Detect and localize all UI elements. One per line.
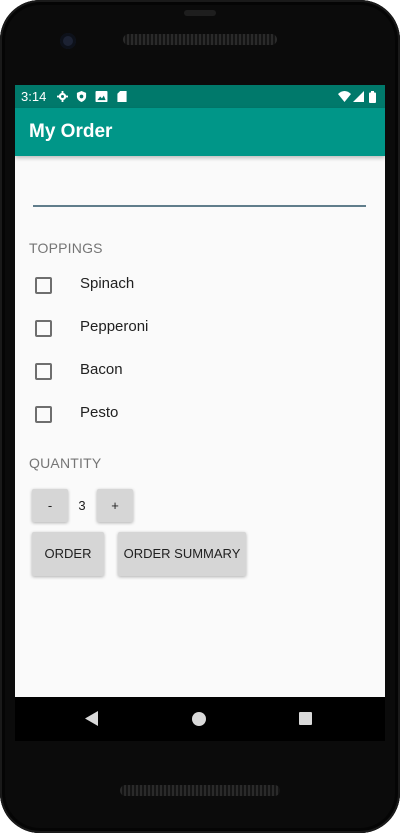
image-icon: [95, 91, 108, 102]
order-button[interactable]: ORDER: [32, 532, 104, 576]
status-bar: 3:14: [15, 85, 385, 108]
bacon-checkbox[interactable]: [35, 363, 52, 380]
shield-icon: [76, 91, 87, 102]
name-input[interactable]: [33, 183, 366, 207]
wifi-icon: [338, 91, 351, 102]
quantity-label: QUANTITY: [29, 455, 102, 471]
recents-icon[interactable]: [299, 712, 312, 725]
signal-icon: [353, 91, 364, 102]
bacon-label[interactable]: Bacon: [80, 360, 123, 380]
pesto-label[interactable]: Pesto: [80, 403, 118, 423]
navigation-bar: [15, 697, 385, 741]
battery-icon: [369, 91, 376, 103]
pesto-checkbox[interactable]: [35, 406, 52, 423]
spinach-checkbox[interactable]: [35, 277, 52, 294]
status-time: 3:14: [21, 89, 47, 104]
top-speaker-grille: [123, 34, 277, 45]
sd-card-icon: [117, 91, 127, 102]
spinach-label[interactable]: Spinach: [80, 274, 134, 294]
back-icon[interactable]: [85, 711, 98, 726]
app-bar: My Order: [15, 108, 385, 156]
top-slot: [184, 10, 216, 16]
home-icon[interactable]: [192, 712, 206, 726]
toppings-label: TOPPINGS: [29, 240, 103, 256]
app-title: My Order: [29, 121, 113, 142]
bottom-speaker-grille: [120, 785, 280, 796]
quantity-value: 3: [78, 498, 86, 513]
app-screen: 3:14 My Order: [15, 85, 385, 697]
pepperoni-label[interactable]: Pepperoni: [80, 317, 148, 337]
pepperoni-checkbox[interactable]: [35, 320, 52, 337]
gear-icon: [57, 91, 68, 102]
decrement-button[interactable]: -: [32, 489, 68, 522]
increment-button[interactable]: +: [97, 489, 133, 522]
front-camera: [60, 33, 76, 49]
order-summary-button[interactable]: ORDER SUMMARY: [118, 532, 246, 576]
